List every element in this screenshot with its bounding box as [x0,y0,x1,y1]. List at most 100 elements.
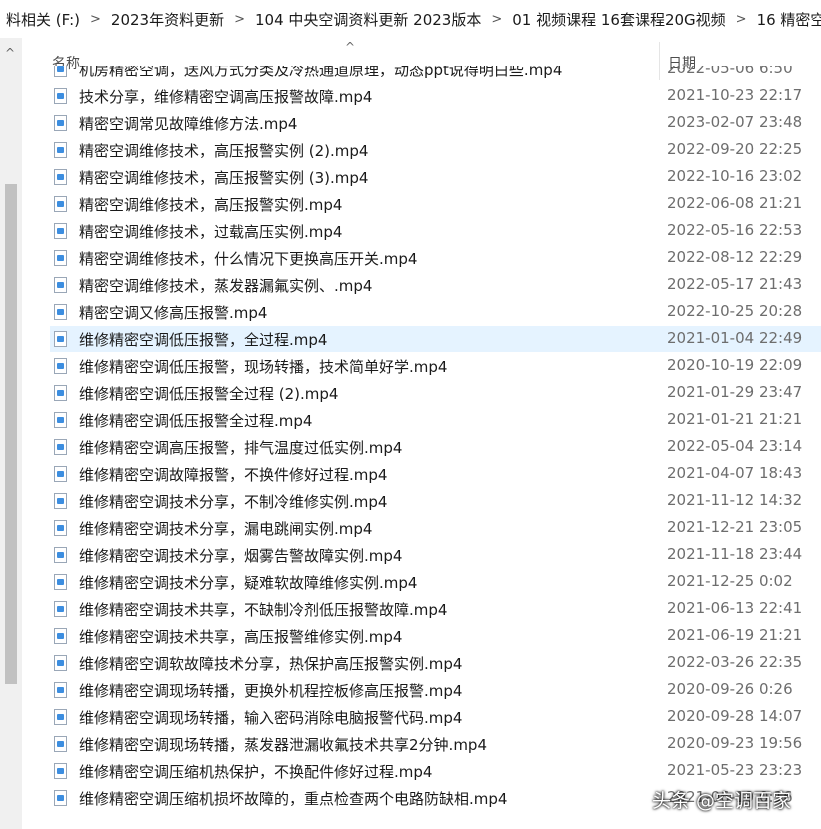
file-date: 2021-11-18 23:44 [667,545,803,563]
sort-ascending-icon: ^ [345,40,356,54]
breadcrumb-item[interactable]: 16 精密空调维修 [751,9,821,30]
file-name: 维修精密空调技术分享，烟雾告警故障实例.mp4 [79,547,403,565]
file-date: 2022-08-12 22:29 [667,248,803,266]
file-name: 精密空调维修技术，高压报警实例 (2).mp4 [79,142,369,160]
file-row[interactable]: 精密空调常见故障维修方法.mp4 2023-02-07 23:48 [50,110,821,136]
file-row[interactable]: 精密空调又修高压报警.mp4 2022-10-25 20:28 [50,299,821,325]
file-row[interactable]: 维修精密空调现场转播，输入密码消除电脑报警代码.mp4 2020-09-28 14… [50,704,821,730]
file-row[interactable]: 维修精密空调低压报警，全过程.mp4 2021-01-04 22:49 [50,326,821,352]
watermark: 头条 @空调百家 [652,790,792,812]
video-file-icon [54,412,67,428]
file-date: 2021-12-25 0:02 [667,572,793,590]
file-name: 维修精密空调技术分享，不制冷维修实例.mp4 [79,493,388,511]
breadcrumb-item[interactable]: 料相关 (F:) [0,9,86,30]
breadcrumb-item[interactable]: 2023年资料更新 [105,9,230,30]
file-name: 精密空调维修技术，什么情况下更换高压开关.mp4 [79,250,418,268]
file-date: 2020-10-19 22:09 [667,356,803,374]
file-date: 2022-05-17 21:43 [667,275,803,293]
file-row[interactable]: 精密空调维修技术，高压报警实例 (3).mp4 2022-10-16 23:02 [50,164,821,190]
video-file-icon [54,88,67,104]
breadcrumb-separator-icon[interactable]: > [487,12,506,27]
file-name: 维修精密空调低压报警，全过程.mp4 [79,331,328,349]
breadcrumb: 料相关 (F:) >2023年资料更新 >104 中央空调资料更新 2023版本 >0… [0,0,821,39]
file-row[interactable]: 精密空调维修技术，什么情况下更换高压开关.mp4 2022-08-12 22:29 [50,245,821,271]
breadcrumb-separator-icon[interactable]: > [86,12,105,27]
file-row[interactable]: 精密空调维修技术，高压报警实例.mp4 2022-06-08 21:21 [50,191,821,217]
file-date: 2022-03-26 22:35 [667,653,803,671]
file-row[interactable]: 精密空调维修技术，高压报警实例 (2).mp4 2022-09-20 22:25 [50,137,821,163]
file-list: 机房精密空调，送风方式分类及冷热通道原理，动态ppt说得明白些.mp4 2022-… [22,66,821,829]
video-file-icon [54,169,67,185]
file-date: 2021-01-21 21:21 [667,410,803,428]
file-row[interactable]: 维修精密空调低压报警，现场转播，技术简单好学.mp4 2020-10-19 22:… [50,353,821,379]
file-date: 2022-06-08 21:21 [667,194,803,212]
file-date: 2022-05-04 23:14 [667,437,803,455]
file-name: 维修精密空调高压报警，排气温度过低实例.mp4 [79,439,403,457]
file-date: 2022-05-16 22:53 [667,221,803,239]
video-file-icon [54,763,67,779]
file-row[interactable]: 维修精密空调压缩机热保护，不换配件修好过程.mp4 2021-05-23 23:2… [50,758,821,784]
file-name: 精密空调维修技术，高压报警实例 (3).mp4 [79,169,369,187]
breadcrumb-item[interactable]: 01 视频课程 16套课程20G视频 [506,9,731,30]
file-row[interactable]: 精密空调维修技术，蒸发器漏氟实例、.mp4 2022-05-17 21:43 [50,272,821,298]
file-row[interactable]: 维修精密空调软故障技术分享，热保护高压报警实例.mp4 2022-03-26 22… [50,650,821,676]
vertical-scrollbar[interactable]: ^ [0,38,22,829]
video-file-icon [54,304,67,320]
file-name: 精密空调维修技术，高压报警实例.mp4 [79,196,343,214]
file-row[interactable]: 维修精密空调技术共享，不缺制冷剂低压报警故障.mp4 2021-06-13 22:… [50,596,821,622]
video-file-icon [54,628,67,644]
file-name: 技术分享，维修精密空调高压报警故障.mp4 [79,88,373,106]
file-row[interactable]: 维修精密空调低压报警全过程 (2).mp4 2021-01-29 23:47 [50,380,821,406]
file-name: 精密空调常见故障维修方法.mp4 [79,115,298,133]
video-file-icon [54,601,67,617]
file-row[interactable]: 精密空调维修技术，过载高压实例.mp4 2022-05-16 22:53 [50,218,821,244]
file-row[interactable]: 技术分享，维修精密空调高压报警故障.mp4 2021-10-23 22:17 [50,83,821,109]
file-date: 2021-06-19 21:21 [667,626,803,644]
file-row[interactable]: 维修精密空调现场转播，更换外机程控板修高压报警.mp4 2020-09-26 0:… [50,677,821,703]
file-row[interactable]: 维修精密空调技术共享，高压报警维修实例.mp4 2021-06-19 21:21 [50,623,821,649]
file-name: 维修精密空调软故障技术分享，热保护高压报警实例.mp4 [79,655,463,673]
file-name: 维修精密空调低压报警全过程.mp4 [79,412,313,430]
video-file-icon [54,277,67,293]
file-date: 2022-09-20 22:25 [667,140,803,158]
file-date: 2022-10-25 20:28 [667,302,803,320]
file-date: 2020-09-26 0:26 [667,680,793,698]
file-row[interactable]: 维修精密空调故障报警，不换件修好过程.mp4 2021-04-07 18:43 [50,461,821,487]
video-file-icon [54,358,67,374]
video-file-icon [54,331,67,347]
file-row[interactable]: 维修精密空调技术分享，漏电跳闸实例.mp4 2021-12-21 23:05 [50,515,821,541]
file-date: 2022-05-06 6:50 [667,66,793,77]
video-file-icon [54,682,67,698]
file-name: 维修精密空调技术共享，不缺制冷剂低压报警故障.mp4 [79,601,448,619]
file-name: 维修精密空调低压报警，现场转播，技术简单好学.mp4 [79,358,448,376]
file-name: 维修精密空调低压报警全过程 (2).mp4 [79,385,339,403]
file-name: 精密空调维修技术，过载高压实例.mp4 [79,223,343,241]
file-row[interactable]: 维修精密空调技术分享，不制冷维修实例.mp4 2021-11-12 14:32 [50,488,821,514]
video-file-icon [54,196,67,212]
video-file-icon [54,790,67,806]
file-name: 维修精密空调现场转播，输入密码消除电脑报警代码.mp4 [79,709,463,727]
file-row[interactable]: 维修精密空调现场转播，蒸发器泄漏收氟技术共享2分钟.mp4 2020-09-23 … [50,731,821,757]
file-date: 2023-02-07 23:48 [667,113,803,131]
file-date: 2021-01-29 23:47 [667,383,803,401]
file-date: 2022-10-16 23:02 [667,167,803,185]
file-date: 2021-04-07 18:43 [667,464,803,482]
scroll-up-icon[interactable]: ^ [5,46,15,60]
file-name: 维修精密空调现场转播，蒸发器泄漏收氟技术共享2分钟.mp4 [79,736,487,754]
breadcrumb-separator-icon[interactable]: > [230,12,249,27]
file-name: 维修精密空调压缩机热保护，不换配件修好过程.mp4 [79,763,433,781]
file-row[interactable]: 维修精密空调技术分享，烟雾告警故障实例.mp4 2021-11-18 23:44 [50,542,821,568]
file-row[interactable]: 维修精密空调高压报警，排气温度过低实例.mp4 2022-05-04 23:14 [50,434,821,460]
file-row[interactable]: 机房精密空调，送风方式分类及冷热通道原理，动态ppt说得明白些.mp4 2022-… [50,66,821,82]
file-date: 2021-11-12 14:32 [667,491,803,509]
breadcrumb-separator-icon[interactable]: > [732,12,751,27]
video-file-icon [54,466,67,482]
video-file-icon [54,493,67,509]
file-name: 维修精密空调技术共享，高压报警维修实例.mp4 [79,628,403,646]
video-file-icon [54,66,67,77]
file-date: 2021-06-13 22:41 [667,599,803,617]
breadcrumb-item[interactable]: 104 中央空调资料更新 2023版本 [249,9,487,30]
file-row[interactable]: 维修精密空调低压报警全过程.mp4 2021-01-21 21:21 [50,407,821,433]
file-row[interactable]: 维修精密空调技术分享，疑难软故障维修实例.mp4 2021-12-25 0:02 [50,569,821,595]
scroll-thumb[interactable] [5,184,17,684]
